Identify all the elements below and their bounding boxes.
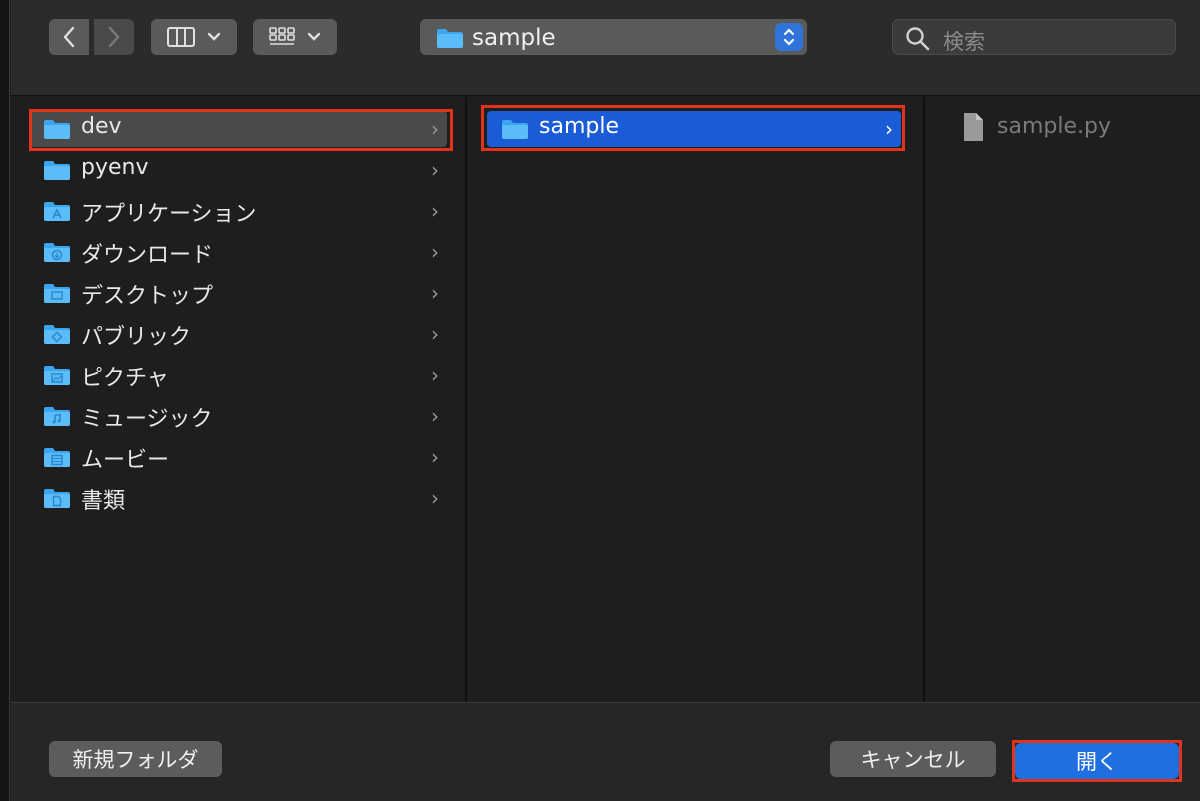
chevron-right-icon: › bbox=[431, 117, 439, 141]
view-mode-button[interactable] bbox=[151, 19, 237, 55]
music-folder-icon bbox=[44, 407, 70, 426]
sidebar-item-label: 書類 bbox=[81, 489, 126, 514]
sidebar-item-applications[interactable]: アプリケーション › bbox=[29, 193, 447, 229]
documents-folder-icon bbox=[44, 489, 70, 508]
sidebar-item-label: ミュージック bbox=[81, 407, 213, 432]
open-button[interactable]: 開く bbox=[1015, 743, 1179, 779]
sidebar-item-label: ダウンロード bbox=[81, 243, 214, 268]
second-column: sample › bbox=[469, 97, 925, 702]
new-folder-button[interactable]: 新規フォルダ bbox=[49, 741, 222, 777]
sidebar-item-pictures[interactable]: ピクチャ › bbox=[29, 357, 447, 393]
chevron-right-icon: › bbox=[431, 486, 439, 510]
chevron-right-icon: › bbox=[431, 240, 439, 264]
grid-icon bbox=[269, 27, 295, 45]
third-column: sample.py bbox=[927, 97, 1200, 702]
file-item-label: sample.py bbox=[997, 114, 1111, 139]
toolbar: sample 検索 bbox=[11, 0, 1200, 96]
applications-folder-icon bbox=[44, 202, 70, 221]
chevron-right-icon: › bbox=[431, 363, 439, 387]
search-field[interactable]: 検索 bbox=[892, 19, 1176, 55]
chevron-right-icon: › bbox=[885, 117, 893, 141]
public-folder-icon bbox=[44, 325, 70, 344]
path-label: sample bbox=[472, 25, 556, 51]
pictures-folder-icon bbox=[44, 366, 70, 385]
file-item-sample-py[interactable]: sample.py bbox=[957, 111, 1187, 145]
up-down-chevron-icon bbox=[783, 28, 795, 46]
folder-icon bbox=[44, 161, 70, 180]
movies-folder-icon bbox=[44, 448, 70, 467]
sidebar-item-movies[interactable]: ムービー › bbox=[29, 439, 447, 475]
chevron-right-icon: › bbox=[431, 281, 439, 305]
path-popup[interactable]: sample bbox=[420, 19, 807, 55]
back-button[interactable] bbox=[49, 19, 89, 55]
file-icon bbox=[964, 113, 983, 141]
chevron-left-icon bbox=[63, 26, 75, 48]
chevron-right-icon: › bbox=[431, 445, 439, 469]
chevron-right-icon: › bbox=[431, 199, 439, 223]
sidebar-item-pyenv[interactable]: pyenv › bbox=[29, 152, 447, 188]
chevron-right-icon: › bbox=[431, 322, 439, 346]
sidebar-item-label: dev bbox=[81, 114, 122, 139]
sidebar-item-label: アプリケーション bbox=[81, 202, 257, 227]
chevron-down-icon bbox=[207, 32, 221, 41]
window-left-edge bbox=[0, 0, 10, 801]
desktop-folder-icon bbox=[44, 284, 70, 303]
chevron-down-icon bbox=[307, 32, 321, 41]
folder-icon bbox=[437, 29, 463, 48]
sidebar-item-label: ムービー bbox=[81, 448, 170, 473]
folder-icon bbox=[502, 120, 528, 139]
search-placeholder: 検索 bbox=[943, 30, 985, 54]
sidebar-item-desktop[interactable]: デスクトップ › bbox=[29, 275, 447, 311]
sidebar-item-public[interactable]: パブリック › bbox=[29, 316, 447, 352]
sidebar-item-dev[interactable]: dev › bbox=[29, 111, 447, 147]
folder-item-sample[interactable]: sample › bbox=[487, 111, 901, 147]
chevron-right-icon bbox=[108, 26, 120, 48]
sidebar-item-label: デスクトップ bbox=[81, 284, 214, 309]
path-stepper[interactable] bbox=[775, 23, 803, 51]
sidebar-column: dev › pyenv › アプリケーション › ダウンロード › デスクトップ… bbox=[11, 97, 467, 702]
sidebar-item-label: pyenv bbox=[81, 155, 149, 180]
chevron-right-icon: › bbox=[431, 158, 439, 182]
chevron-right-icon: › bbox=[431, 404, 439, 428]
sidebar-item-documents[interactable]: 書類 › bbox=[29, 480, 447, 516]
folder-icon bbox=[44, 120, 70, 139]
sidebar-item-label: パブリック bbox=[81, 325, 192, 350]
column-view-icon bbox=[167, 27, 195, 47]
downloads-folder-icon bbox=[44, 243, 70, 262]
forward-button[interactable] bbox=[94, 19, 134, 55]
group-button[interactable] bbox=[253, 19, 337, 55]
sidebar-item-downloads[interactable]: ダウンロード › bbox=[29, 234, 447, 270]
sidebar-item-music[interactable]: ミュージック › bbox=[29, 398, 447, 434]
sidebar-item-label: ピクチャ bbox=[81, 366, 169, 391]
search-icon bbox=[906, 27, 930, 51]
bottom-bar: 新規フォルダ キャンセル 開く bbox=[11, 702, 1200, 801]
folder-item-label: sample bbox=[539, 114, 619, 139]
cancel-button[interactable]: キャンセル bbox=[830, 741, 996, 777]
